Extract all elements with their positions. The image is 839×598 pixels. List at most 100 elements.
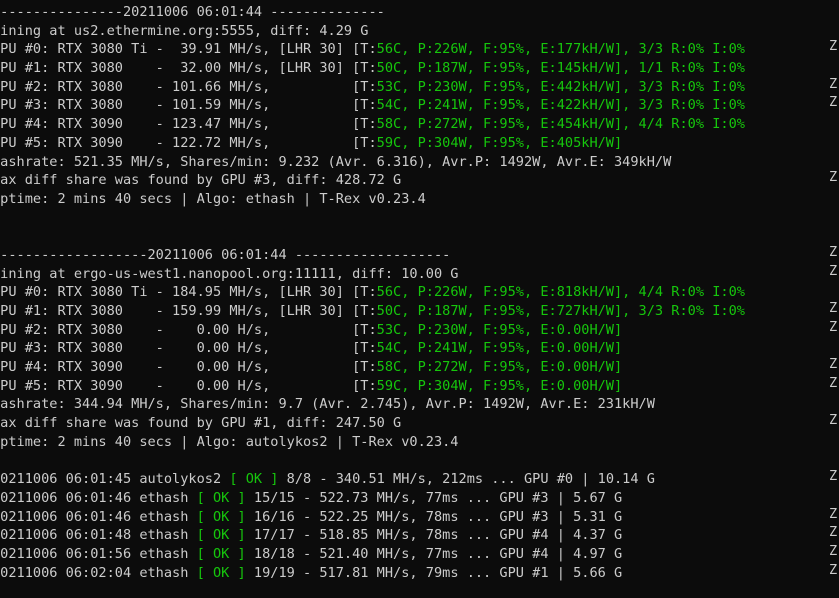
- terminal-text: Max diff share was found by GPU #1, diff…: [0, 415, 402, 432]
- right-edge-char: Z: [829, 94, 838, 111]
- terminal-line: GPU #4: RTX 3090 - 0.00 H/s, [T:58C, P:2…: [0, 358, 745, 377]
- terminal-line: GPU #1: RTX 3080 - 159.99 MH/s, [LHR 30]…: [0, 302, 745, 321]
- terminal-text-green: 53C, P:230W, F:95%, E:0.00H/W]: [376, 321, 623, 338]
- terminal-line: 20211006 06:01:48 ethash [ OK ] 17/17 - …: [0, 526, 745, 545]
- terminal-line: GPU #4: RTX 3090 - 123.47 MH/s, [T:58C, …: [0, 115, 745, 134]
- terminal-text: 15/15 - 522.73 MH/s, 77ms ... GPU #3 | 5…: [245, 489, 623, 506]
- right-edge-char: Z: [829, 412, 838, 429]
- terminal-line: Max diff share was found by GPU #1, diff…: [0, 414, 745, 433]
- terminal-text-green: [ OK ]: [196, 545, 246, 562]
- right-edge-char: Z: [829, 542, 838, 559]
- terminal-line: Hashrate: 521.35 MH/s, Shares/min: 9.232…: [0, 153, 745, 172]
- right-edge-char: Z: [829, 300, 838, 316]
- terminal-text: Mining at ergo-us-west1.nanopool.org:111…: [0, 265, 459, 282]
- terminal-line: GPU #0: RTX 3080 Ti - 184.95 MH/s, [LHR …: [0, 283, 745, 302]
- terminal-line: 20211006 06:02:04 ethash [ OK ] 19/19 - …: [0, 564, 745, 583]
- terminal-text-green: 59C, P:304W, F:95%, E:405kH/W]: [376, 134, 623, 151]
- terminal-text: 16/16 - 522.25 MH/s, 78ms ... GPU #3 | 5…: [245, 508, 623, 525]
- terminal-text: 19/19 - 517.81 MH/s, 79ms ... GPU #1 | 5…: [245, 564, 623, 581]
- terminal-line: GPU #1: RTX 3080 - 32.00 MH/s, [LHR 30] …: [0, 59, 745, 78]
- terminal-line: -------------------20211006 06:01:44 ---…: [0, 246, 745, 265]
- right-edge-char: Z: [829, 374, 838, 391]
- terminal-text: ----------------20211006 06:01:44 ------…: [0, 4, 385, 20]
- terminal-line: 20211006 06:01:45 autolykos2 [ OK ] 8/8 …: [0, 470, 745, 489]
- right-edge-char: [829, 150, 839, 169]
- terminal-text-green: 56C, P:226W, F:95%, E:818kH/W], 4/4 R:0%…: [376, 284, 745, 301]
- terminal-text: GPU #5: RTX 3090 - 0.00 H/s, [T:: [0, 377, 377, 394]
- terminal-right-edge-clipped-text: Z ZZ Z ZZ ZZ ZZ Z Z ZZZZ: [829, 0, 839, 598]
- terminal-text-green: [ OK ]: [196, 564, 246, 581]
- terminal-text: GPU #3: RTX 3080 - 0.00 H/s, [T:: [0, 340, 377, 357]
- terminal-text: 20211006 06:01:56 ethash: [0, 545, 197, 562]
- terminal-line: ----------------20211006 06:01:44 ------…: [0, 3, 745, 22]
- right-edge-char: [829, 206, 839, 225]
- right-edge-char: Z: [829, 561, 838, 578]
- terminal-line: Mining at us2.ethermine.org:5555, diff: …: [0, 22, 745, 41]
- right-edge-char: Z: [829, 318, 838, 335]
- terminal-text: Hashrate: 521.35 MH/s, Shares/min: 9.232…: [0, 153, 672, 170]
- terminal-line: GPU #5: RTX 3090 - 122.72 MH/s, [T:59C, …: [0, 134, 745, 153]
- right-edge-char: Z: [829, 75, 838, 92]
- terminal-text: 20211006 06:01:48 ethash: [0, 527, 197, 544]
- terminal-text: GPU #2: RTX 3080 - 101.66 MH/s, [T:: [0, 78, 377, 95]
- terminal-text-green: [ OK ]: [229, 471, 279, 488]
- terminal-text-green: [ OK ]: [196, 527, 246, 544]
- terminal-line: 20211006 06:01:46 ethash [ OK ] 15/15 - …: [0, 489, 745, 508]
- right-edge-char: [829, 131, 839, 150]
- right-edge-char: [829, 112, 839, 131]
- terminal-text: -------------------20211006 06:01:44 ---…: [0, 246, 451, 263]
- terminal-line: GPU #3: RTX 3080 - 0.00 H/s, [T:54C, P:2…: [0, 339, 745, 358]
- terminal-text: GPU #4: RTX 3090 - 0.00 H/s, [T:: [0, 359, 377, 376]
- terminal-text: GPU #2: RTX 3080 - 0.00 H/s, [T:: [0, 321, 377, 338]
- terminal-text: Max diff share was found by GPU #3, diff…: [0, 172, 402, 189]
- terminal-text: GPU #4: RTX 3090 - 123.47 MH/s, [T:: [0, 116, 377, 133]
- terminal-text: 18/18 - 521.40 MH/s, 77ms ... GPU #4 | 4…: [245, 545, 623, 562]
- terminal-text-green: [ OK ]: [196, 508, 246, 525]
- terminal-line: GPU #5: RTX 3090 - 0.00 H/s, [T:59C, P:3…: [0, 377, 745, 396]
- terminal-text: 20211006 06:01:46 ethash: [0, 508, 197, 525]
- terminal-window[interactable]: ----------------20211006 06:01:44 ------…: [0, 0, 839, 598]
- terminal-text: GPU #1: RTX 3080 - 159.99 MH/s, [LHR 30]…: [0, 303, 377, 319]
- terminal-text: Hashrate: 344.94 MH/s, Shares/min: 9.7 (…: [0, 396, 655, 413]
- terminal-line: 20211006 06:01:56 ethash [ OK ] 18/18 - …: [0, 545, 745, 564]
- right-edge-char: Z: [829, 356, 838, 373]
- terminal-text: Uptime: 2 mins 40 secs | Algo: ethash | …: [0, 190, 426, 207]
- terminal-text: 8/8 - 340.51 MH/s, 212ms ... GPU #0 | 10…: [278, 471, 655, 488]
- terminal-text-green: 54C, P:241W, F:95%, E:422kH/W], 3/3 R:0%…: [376, 97, 745, 114]
- terminal-text: Mining at us2.ethermine.org:5555, diff: …: [0, 22, 369, 39]
- terminal-text-green: 50C, P:187W, F:95%, E:145kH/W], 1/1 R:0%…: [376, 60, 745, 77]
- terminal-text-green: [ OK ]: [196, 489, 246, 506]
- right-edge-char: [829, 19, 839, 38]
- terminal-text-green: 54C, P:241W, F:95%, E:0.00H/W]: [376, 340, 623, 357]
- right-edge-char: Z: [829, 243, 838, 260]
- terminal-text: 20211006 06:01:46 ethash: [0, 489, 197, 506]
- terminal-line: GPU #2: RTX 3080 - 0.00 H/s, [T:53C, P:2…: [0, 321, 745, 340]
- right-edge-char: Z: [829, 505, 838, 522]
- terminal-text: GPU #0: RTX 3080 Ti - 39.91 MH/s, [LHR 3…: [0, 41, 377, 58]
- terminal-text-green: 58C, P:272W, F:95%, E:454kH/W], 4/4 R:0%…: [376, 116, 745, 133]
- terminal-text: GPU #5: RTX 3090 - 122.72 MH/s, [T:: [0, 134, 377, 151]
- terminal-text: GPU #1: RTX 3080 - 32.00 MH/s, [LHR 30] …: [0, 60, 377, 77]
- terminal-line: Max diff share was found by GPU #3, diff…: [0, 171, 745, 190]
- right-edge-char: [829, 0, 839, 19]
- terminal-line: Uptime: 2 mins 40 secs | Algo: ethash | …: [0, 190, 745, 209]
- right-edge-char: Z: [829, 468, 838, 485]
- right-edge-char: [829, 56, 839, 75]
- right-edge-char: [829, 224, 839, 243]
- terminal-line: 20211006 06:01:46 ethash [ OK ] 16/16 - …: [0, 508, 745, 527]
- terminal-text-green: 58C, P:272W, F:95%, E:0.00H/W]: [376, 359, 623, 376]
- right-edge-char: [829, 430, 839, 449]
- right-edge-char: [829, 392, 839, 411]
- right-edge-char: [829, 449, 839, 468]
- terminal-text: GPU #3: RTX 3080 - 101.59 MH/s, [T:: [0, 97, 377, 114]
- terminal-line: GPU #3: RTX 3080 - 101.59 MH/s, [T:54C, …: [0, 96, 745, 115]
- terminal-text-green: 53C, P:230W, F:95%, E:442kH/W], 3/3 R:0%…: [376, 78, 745, 95]
- terminal-line: GPU #2: RTX 3080 - 101.66 MH/s, [T:53C, …: [0, 78, 745, 97]
- terminal-line: Uptime: 2 mins 40 secs | Algo: autolykos…: [0, 433, 745, 452]
- right-edge-char: Z: [829, 38, 838, 55]
- terminal-text: 17/17 - 518.85 MH/s, 78ms ... GPU #4 | 4…: [245, 527, 623, 544]
- terminal-output: ----------------20211006 06:01:44 ------…: [0, 3, 745, 582]
